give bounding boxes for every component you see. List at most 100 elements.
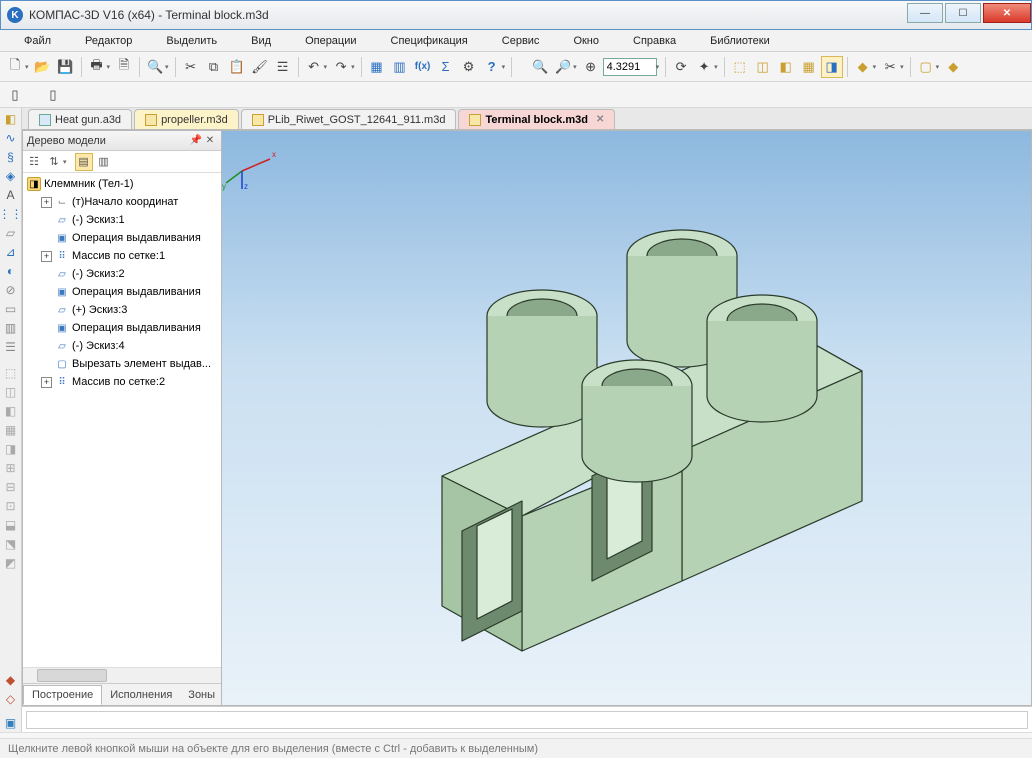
zoom-window-button[interactable]: ⊕ [580,56,602,78]
box-button[interactable]: ▢ [915,56,937,78]
print-preview-button[interactable]: 🗎 [113,56,135,78]
lt-report-icon[interactable]: ☰ [2,338,20,356]
lt-op4-icon[interactable]: ◨ [2,440,20,458]
handle-1[interactable]: ▯ [4,84,26,106]
maximize-button[interactable] [945,3,981,23]
menu-service[interactable]: Сервис [486,33,556,49]
zoom-fit-button[interactable]: 🔍 [529,56,551,78]
new-button[interactable]: 🗋 [4,56,26,78]
expand-icon[interactable]: + [41,197,52,208]
tree-item[interactable]: ▣Операция выдавливания [23,283,221,301]
tree-tab-build[interactable]: Построение [23,685,102,705]
shaded-wire-button[interactable]: ◧ [775,56,797,78]
lt-text-icon[interactable]: A [2,186,20,204]
lt-array-icon[interactable]: ⋮⋮ [2,205,20,223]
lt-op1-icon[interactable]: ◫ [2,383,20,401]
tree-item[interactable]: ▱(-) Эскиз:1 [23,211,221,229]
tree-item[interactable]: +⌙(т)Начало координат [23,193,221,211]
zoom-input[interactable] [603,58,657,76]
lt-spiral-icon[interactable]: § [2,148,20,166]
tree-tab-variants[interactable]: Исполнения [102,686,180,704]
properties-button[interactable]: ☲ [272,56,294,78]
menu-operations[interactable]: Операции [289,33,372,49]
tree-item[interactable]: ▱(-) Эскиз:4 [23,337,221,355]
handle-2[interactable]: ▯ [42,84,64,106]
tree-tool-3[interactable]: ▤ [75,153,93,171]
lt-bottom1-icon[interactable]: ◆ [2,671,20,689]
menu-editor[interactable]: Редактор [69,33,148,49]
paste-button[interactable]: 📋 [226,56,248,78]
lt-op8-icon[interactable]: ⬓ [2,516,20,534]
menu-specification[interactable]: Спецификация [375,33,484,49]
tree-hscrollbar[interactable] [23,667,221,683]
lt-op5-icon[interactable]: ⊞ [2,459,20,477]
hidden-button[interactable]: ◫ [752,56,774,78]
help-button[interactable]: ? [481,56,503,78]
section-button[interactable]: ✂ [879,56,901,78]
close-button[interactable] [983,3,1031,23]
expand-icon[interactable]: + [41,251,52,262]
tree-root-node[interactable]: ◨ Клеммник (Тел-1) [23,175,221,193]
print-button[interactable]: 🖶 [86,56,108,78]
tree-item[interactable]: ▢Вырезать элемент выдав... [23,355,221,373]
doc-tab-plib[interactable]: PLib_Riwet_GOST_12641_911.m3d [241,109,457,129]
undo-button[interactable]: ↶ [303,56,325,78]
format-painter-button[interactable]: 🖌 [249,56,271,78]
tree-item[interactable]: ▱(-) Эскиз:2 [23,265,221,283]
menu-file[interactable]: Файл [8,33,67,49]
perspective-button[interactable]: ◆ [852,56,874,78]
lt-op7-icon[interactable]: ⊡ [2,497,20,515]
zoom-in-button[interactable]: 🔎 [552,56,574,78]
tree-tool-2[interactable]: ⇅ [45,153,63,171]
lt-measure-icon[interactable]: ◐ [2,262,20,280]
tree-tool-4[interactable]: ▥ [95,153,113,171]
menu-select[interactable]: Выделить [150,33,233,49]
doc-tab-propeller[interactable]: propeller.m3d [134,109,239,129]
lt-body-icon[interactable]: ⬚ [2,364,20,382]
redo-button[interactable]: ↷ [330,56,352,78]
vars-button[interactable]: ⚙ [458,56,480,78]
orbit-button[interactable]: ✦ [693,56,715,78]
tree-item[interactable]: ▣Операция выдавливания [23,229,221,247]
copy-button[interactable]: ⧉ [203,56,225,78]
menu-view[interactable]: Вид [235,33,287,49]
lt-op9-icon[interactable]: ⬔ [2,535,20,553]
lt-sheet-icon[interactable]: ▭ [2,300,20,318]
menu-window[interactable]: Окно [557,33,615,49]
close-panel-icon[interactable]: ✕ [203,134,217,148]
expand-icon[interactable]: + [41,377,52,388]
fx-button[interactable]: f(x) [412,56,434,78]
command-input[interactable] [26,711,1028,729]
shaded-button[interactable]: ▦ [798,56,820,78]
menu-libraries[interactable]: Библиотеки [694,33,786,49]
wireframe-button[interactable]: ⬚ [729,56,751,78]
tree-item[interactable]: ▱(+) Эскиз:3 [23,301,221,319]
doc-tab-heatgun[interactable]: Heat gun.a3d [28,109,132,129]
tree-tool-1[interactable]: ☷ [25,153,43,171]
preview-button[interactable]: 🔍 [144,56,166,78]
lt-bottom2-icon[interactable]: ◇ [2,690,20,708]
lt-cube-icon[interactable]: ◧ [2,110,20,128]
sigma-button[interactable]: Σ [435,56,457,78]
menu-help[interactable]: Справка [617,33,692,49]
lt-op2-icon[interactable]: ◧ [2,402,20,420]
lt-plane-icon[interactable]: ▱ [2,224,20,242]
tree-tab-zones[interactable]: Зоны [180,686,223,704]
close-tab-icon[interactable]: ✕ [596,114,604,125]
tree-item[interactable]: ▣Операция выдавливания [23,319,221,337]
display-mode-button[interactable]: ◨ [821,56,843,78]
zoom-dropdown[interactable]: ▾ [656,63,660,71]
cut-button[interactable]: ✂ [180,56,202,78]
minimize-button[interactable] [907,3,943,23]
spec-button-2[interactable]: ▥ [389,56,411,78]
doc-tab-terminal-active[interactable]: Terminal block.m3d ✕ [458,109,615,129]
color-button[interactable]: ◆ [942,56,964,78]
lt-op3-icon[interactable]: ▦ [2,421,20,439]
lt-axis-icon[interactable]: ⊿ [2,243,20,261]
rotate-button[interactable]: ⟳ [670,56,692,78]
lt-surface-icon[interactable]: ◈ [2,167,20,185]
lt-hole-icon[interactable]: ⊘ [2,281,20,299]
lt-lib-icon[interactable]: ▥ [2,319,20,337]
lt-op6-icon[interactable]: ⊟ [2,478,20,496]
open-button[interactable]: 📂 [32,56,54,78]
